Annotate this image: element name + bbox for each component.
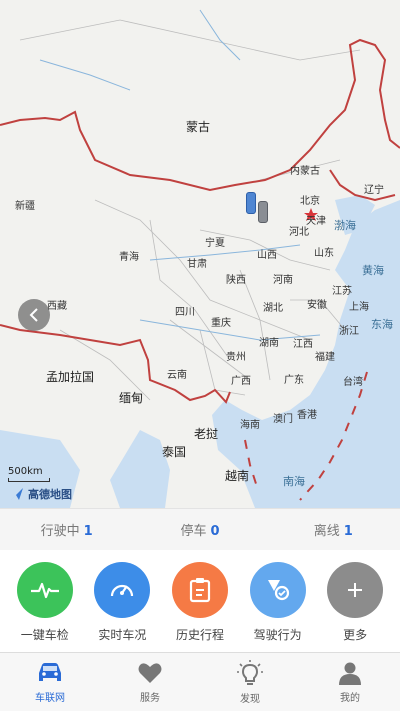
action-trip-history-circle <box>171 562 228 618</box>
map-label-province: 贵州 <box>226 352 246 363</box>
map-label-province: 江西 <box>293 339 313 350</box>
map-label-province: 澳门 <box>273 414 293 425</box>
map-label-province: 北京 <box>300 196 320 207</box>
action-label: 一键车检 <box>20 628 69 642</box>
bottom-tab-bar: 车联网 服务 发现 我的 <box>0 652 400 711</box>
vehicle-status-bar: 行驶中 1 停车 0 离线 1 <box>0 508 400 550</box>
tab-discover[interactable]: 发现 <box>200 653 300 711</box>
action-trip-history[interactable]: 历史行程 <box>164 550 236 650</box>
status-offline-count: 1 <box>343 524 353 539</box>
map-label-province: 重庆 <box>211 318 231 329</box>
map-label-thailand: 泰国 <box>162 445 187 459</box>
amap-logo-icon <box>11 488 23 500</box>
action-driving-behavior[interactable]: 驾驶行为 <box>242 550 314 650</box>
map-label-province: 湖北 <box>263 303 283 314</box>
map-label-province: 内蒙古 <box>290 166 320 177</box>
lightbulb-icon <box>237 659 263 685</box>
tab-label: 车联网 <box>35 692 65 704</box>
map-scale-label: 500km <box>8 466 43 477</box>
status-offline[interactable]: 离线 1 <box>267 520 400 539</box>
badge-icon <box>267 580 289 601</box>
tab-connected-car[interactable]: 车联网 <box>0 653 100 711</box>
status-driving-count: 1 <box>83 524 93 539</box>
tab-service[interactable]: 服务 <box>100 653 200 711</box>
map-label-province: 海南 <box>240 420 260 431</box>
map-label-province: 甘肃 <box>187 259 207 270</box>
clipboard-icon <box>189 578 211 603</box>
map-label-laos: 老挝 <box>194 427 219 441</box>
map-label-province: 江苏 <box>332 286 352 297</box>
action-driving-behavior-circle <box>249 562 306 618</box>
map-label-vietnam: 越南 <box>225 469 250 483</box>
tab-label: 发现 <box>240 693 260 705</box>
map-provider-name: 高德地图 <box>28 488 72 501</box>
status-parked-count: 0 <box>210 524 220 539</box>
map-label-province: 宁夏 <box>205 238 225 249</box>
quick-actions: 一键车检 实时车况 历史行程 驾驶行为 更多 <box>0 550 400 650</box>
action-vehicle-check-circle <box>16 562 73 618</box>
map-label-sea: 东海 <box>371 318 393 331</box>
action-label: 更多 <box>343 628 368 642</box>
map-label-province: 辽宁 <box>364 185 384 196</box>
action-more-circle <box>327 562 384 618</box>
map-label-province: 青海 <box>119 252 139 263</box>
status-parked-label: 停车 <box>180 524 207 539</box>
action-vehicle-check[interactable]: 一键车检 <box>9 550 81 650</box>
action-realtime-status[interactable]: 实时车况 <box>86 550 158 650</box>
map-scale-bar <box>8 478 50 482</box>
vehicle-marker-offline[interactable] <box>258 201 268 223</box>
map-label-province: 陕西 <box>226 275 246 286</box>
car-icon <box>39 662 61 681</box>
map-label-myanmar: 缅甸 <box>119 391 144 405</box>
map-label-sea: 黄海 <box>362 264 384 277</box>
map-label-province: 河北 <box>289 227 309 238</box>
map-label-province: 四川 <box>175 307 195 318</box>
tab-label: 我的 <box>340 692 360 704</box>
tab-label: 服务 <box>140 692 160 704</box>
status-offline-label: 离线 <box>313 524 340 539</box>
map-label-province: 西藏 <box>47 301 67 312</box>
vehicle-marker-driving[interactable] <box>246 192 256 214</box>
map-label-province: 河南 <box>273 275 293 286</box>
tab-profile[interactable]: 我的 <box>300 653 400 711</box>
map-label-province: 山西 <box>257 250 277 261</box>
map-label-province: 云南 <box>167 370 187 381</box>
speedometer-icon <box>111 584 134 597</box>
map-view[interactable]: 蒙古 孟加拉国 缅甸 老挝 泰国 越南 新疆 西藏 青海 甘肃 宁夏 内蒙古 辽… <box>0 0 400 508</box>
map-label-province: 上海 <box>349 302 369 313</box>
status-driving[interactable]: 行驶中 1 <box>0 520 133 539</box>
action-label: 历史行程 <box>175 628 224 642</box>
collapse-button[interactable] <box>18 299 50 331</box>
map-label-province: 山东 <box>314 248 334 259</box>
map-label-province: 天津 <box>306 216 326 227</box>
plus-icon <box>348 583 363 597</box>
chevron-left-icon <box>29 308 38 322</box>
map-label-mongolia: 蒙古 <box>186 120 211 134</box>
action-label: 驾驶行为 <box>253 628 302 642</box>
map-label-province: 广西 <box>231 376 251 387</box>
action-label: 实时车况 <box>98 628 147 642</box>
action-realtime-status-circle <box>94 562 151 618</box>
map-label-province: 浙江 <box>339 326 359 337</box>
map-provider-logo: 高德地图 <box>10 486 72 502</box>
heart-icon <box>138 662 162 683</box>
map-label-province: 福建 <box>315 352 335 363</box>
map-label-sea: 渤海 <box>334 219 356 232</box>
action-more[interactable]: 更多 <box>319 550 391 650</box>
map-label-bangladesh: 孟加拉国 <box>46 370 95 384</box>
person-icon <box>339 662 361 685</box>
map-label-province: 香港 <box>297 410 317 421</box>
map-label-province: 安徽 <box>307 300 327 311</box>
status-parked[interactable]: 停车 0 <box>133 520 266 539</box>
map-label-province: 新疆 <box>15 201 35 212</box>
map-label-sea: 南海 <box>283 475 305 488</box>
pulse-icon <box>30 582 59 599</box>
status-driving-label: 行驶中 <box>40 524 80 539</box>
map-label-province: 广东 <box>284 375 304 386</box>
map-label-province: 湖南 <box>259 338 279 349</box>
map-label-province: 台湾 <box>343 377 363 388</box>
